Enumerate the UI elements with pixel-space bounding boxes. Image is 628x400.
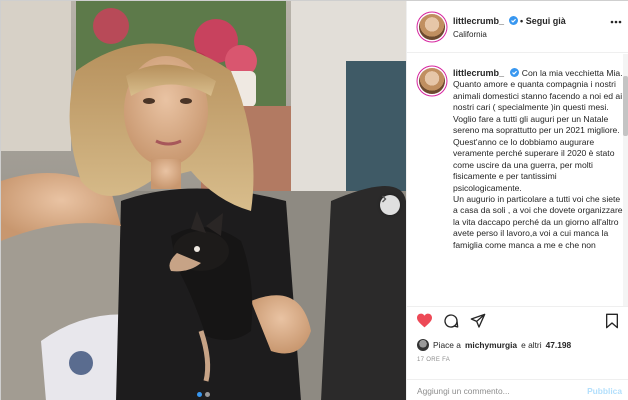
chevron-right-icon [382,195,387,203]
share-icon[interactable] [470,313,486,329]
post-actions: Piace a michymurgia e altri 47.198 17 OR… [407,306,628,379]
caption-area: littlecrumb_ Con la mia vecchietta Mia. … [407,54,628,306]
following-button[interactable]: Segui già [526,16,566,26]
likes-and: e altri [521,340,542,350]
post-caption: littlecrumb_ Con la mia vecchietta Mia. … [453,68,623,251]
post-photo[interactable] [1,1,406,400]
heart-icon[interactable] [416,313,433,328]
comment-icon[interactable] [443,313,459,329]
carousel-dot-1 [197,392,202,397]
caption-username[interactable]: littlecrumb_ [453,68,504,78]
comment-input[interactable] [417,383,577,399]
caption-scrollbar[interactable] [623,54,628,306]
post-side-panel: littlecrumb_ • Segui già California litt… [406,1,628,400]
post-header: littlecrumb_ • Segui già California [407,1,628,53]
verified-badge-icon [508,16,518,25]
more-options-icon[interactable] [610,20,622,24]
carousel-dot-2 [205,392,210,397]
likes-count[interactable]: 47.198 [546,340,572,350]
likes-prefix: Piace a [433,340,461,350]
liker-avatar [417,339,429,351]
caption-author-avatar[interactable] [419,68,445,94]
carousel-indicator [1,392,406,397]
caption-text: Con la mia vecchietta Mia. Quanto amore … [453,68,623,250]
author-header-line: littlecrumb_ • Segui già [453,16,566,26]
add-comment-bar: Pubblica [407,379,628,400]
likes-summary[interactable]: Piace a michymurgia e altri 47.198 [417,339,571,351]
bookmark-icon[interactable] [605,313,619,329]
verified-badge-icon [510,68,520,77]
author-username[interactable]: littlecrumb_ [453,16,504,26]
instagram-post-window: littlecrumb_ • Segui già California litt… [0,0,628,400]
publish-button[interactable]: Pubblica [587,386,622,396]
post-location[interactable]: California [453,30,487,39]
scrollbar-thumb[interactable] [623,76,628,136]
post-image [1,1,406,400]
next-slide-button[interactable] [380,195,400,215]
post-timestamp[interactable]: 17 ORE FA [417,357,450,363]
follow-separator: • [520,16,524,26]
liker-username[interactable]: michymurgia [465,340,517,350]
author-avatar[interactable] [419,14,445,40]
